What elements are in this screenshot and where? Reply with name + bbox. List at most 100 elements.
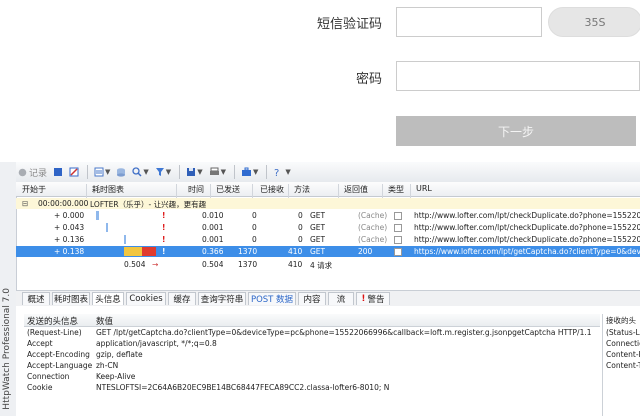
- table-row[interactable]: + 0.043 ! 0.001 0 0 GET (Cache) http://w…: [16, 222, 640, 233]
- headers-table-header: 发送的头信息 数值: [24, 314, 600, 327]
- chevron-down-icon: ▼: [285, 168, 291, 176]
- row-method: GET: [310, 247, 326, 256]
- header-value: Keep-Alive: [96, 372, 136, 381]
- filter-icon: [155, 168, 164, 176]
- collapse-icon[interactable]: ⊟: [22, 199, 28, 208]
- password-input[interactable]: [396, 61, 640, 91]
- tab-warnings-label: 警告: [367, 295, 385, 305]
- table-row[interactable]: + 0.000 ! 0.010 0 0 GET (Cache) http://w…: [16, 210, 640, 221]
- chevron-down-icon: ▼: [143, 168, 149, 176]
- httpwatch-panel: HttpWatch Professional 7.0 记录 ▼ ▼ ▼ ▼ ▼ …: [0, 162, 640, 416]
- send-code-button[interactable]: 35S: [548, 7, 640, 37]
- row-url: http://www.lofter.com/lpt/checkDuplicate…: [414, 211, 640, 220]
- column-header[interactable]: 发送的头信息: [27, 315, 78, 327]
- row-received: 0: [298, 235, 303, 244]
- summary-requests: 4 请求: [310, 261, 333, 270]
- type-icon: [394, 224, 402, 232]
- tab-query-string[interactable]: 查询字符串: [198, 292, 246, 305]
- header-name: Accept-Language: [27, 361, 93, 370]
- tab-stream[interactable]: 流: [328, 292, 354, 305]
- table-row-selected[interactable]: + 0.138 ! 0.366 1370 410 GET 200 https:/…: [16, 246, 640, 257]
- column-header[interactable]: 方法: [294, 184, 310, 195]
- view-menu-button[interactable]: ▼: [92, 164, 112, 180]
- type-icon: [394, 212, 402, 220]
- row-sent: 0: [252, 235, 257, 244]
- row-method: GET: [310, 223, 326, 232]
- warning-icon: !: [361, 294, 366, 304]
- column-header[interactable]: 时间: [188, 184, 204, 195]
- stop-button[interactable]: [51, 164, 65, 180]
- page-group-row[interactable]: ⊟ 00:00:00.000 LOFTER（乐乎）- 让兴趣，更有趣: [16, 198, 640, 209]
- warning-icon: !: [162, 247, 166, 256]
- database-icon: [117, 168, 126, 177]
- headers-pane: 发送的头信息 数值 (Request-Line) GET /lpt/getCap…: [16, 306, 640, 416]
- header-value: NTESLOFTSI=2C64A6B20EC9BE14BC68447FECA89…: [96, 383, 390, 392]
- record-label: 记录: [29, 168, 48, 179]
- row-url: http://www.lofter.com/lpt/checkDuplicate…: [414, 223, 640, 232]
- row-received: 0: [298, 211, 303, 220]
- chevron-down-icon: ▼: [252, 168, 259, 176]
- column-header[interactable]: URL: [416, 184, 432, 193]
- tools-button[interactable]: ▼: [239, 164, 260, 180]
- row-received: 410: [288, 247, 303, 256]
- database-button[interactable]: [114, 164, 128, 180]
- timing-bar-receive: [142, 247, 156, 256]
- chevron-down-icon: ▼: [220, 168, 226, 176]
- row-start: + 0.138: [54, 247, 85, 256]
- column-header[interactable]: 返回值: [344, 184, 368, 195]
- warning-icon: !: [162, 211, 166, 220]
- app-name: HttpWatch Professional 7.0: [2, 288, 12, 410]
- column-header[interactable]: 开始于: [22, 184, 46, 195]
- filter-button[interactable]: ▼: [153, 164, 173, 180]
- type-icon: [394, 236, 402, 244]
- tab-cache[interactable]: 缓存: [168, 292, 196, 305]
- row-start: + 0.136: [54, 235, 85, 244]
- toolbar: 记录 ▼ ▼ ▼ ▼ ▼ ▼ ? ▼: [16, 162, 640, 183]
- tab-warnings[interactable]: ! 警告: [356, 292, 390, 305]
- row-result: (Cache): [358, 223, 388, 232]
- column-header[interactable]: 耗时图表: [92, 184, 124, 195]
- warning-icon: !: [162, 223, 166, 232]
- header-name: Accept-Encoding: [27, 350, 90, 359]
- row-method: GET: [310, 211, 326, 220]
- chevron-down-icon: ▼: [165, 168, 172, 176]
- row-received: 0: [298, 223, 303, 232]
- timing-bar: [96, 211, 99, 220]
- column-header[interactable]: 已发送: [216, 184, 240, 195]
- received-headers-pane: 接收的头 (Status-Lin Connection Content-E Co…: [602, 314, 640, 416]
- table-row[interactable]: + 0.136 ! 0.001 0 0 GET (Cache) http://w…: [16, 234, 640, 245]
- row-result: (Cache): [358, 211, 388, 220]
- save-icon: [187, 168, 196, 176]
- sms-code-input[interactable]: [396, 7, 542, 37]
- tab-time-chart[interactable]: 耗时图表: [52, 292, 90, 305]
- print-button[interactable]: ▼: [207, 164, 228, 180]
- column-header[interactable]: 接收的头: [606, 315, 640, 326]
- tab-post-data[interactable]: POST 数据: [248, 292, 296, 305]
- column-header[interactable]: 已接收: [260, 184, 284, 195]
- column-header[interactable]: 类型: [388, 184, 404, 195]
- find-button[interactable]: ▼: [130, 164, 150, 180]
- row-result: (Cache): [358, 235, 388, 244]
- record-button[interactable]: 记录: [16, 164, 49, 180]
- row-time: 0.001: [202, 223, 224, 232]
- row-url: https://www.lofter.com/lpt/getCaptcha.do…: [414, 247, 640, 256]
- summary-row: 0.504 → 0.504 1370 410 4 请求: [16, 259, 640, 270]
- clear-button[interactable]: [67, 164, 81, 180]
- row-url: http://www.lofter.com/lpt/checkDuplicate…: [414, 235, 640, 244]
- row-method: GET: [310, 235, 326, 244]
- column-header[interactable]: 数值: [96, 315, 113, 327]
- next-step-button[interactable]: 下一步: [396, 116, 636, 146]
- help-button[interactable]: ? ▼: [271, 164, 292, 180]
- tab-overview[interactable]: 概述: [22, 292, 50, 305]
- tab-content[interactable]: 内容: [298, 292, 326, 305]
- save-button[interactable]: ▼: [184, 164, 204, 180]
- row-result: 200: [358, 247, 373, 256]
- row-start: + 0.000: [54, 211, 85, 220]
- help-icon: ?: [274, 168, 279, 177]
- page-start-time: 00:00:00.000: [38, 199, 89, 208]
- row-time: 0.001: [202, 235, 224, 244]
- tab-cookies[interactable]: Cookies: [126, 292, 166, 305]
- request-grid: 开始于 耗时图表 时间 已发送 已接收 方法 返回值 类型 URL ⊟ 00:0…: [16, 182, 640, 282]
- tab-headers[interactable]: 头信息: [92, 292, 124, 305]
- warning-icon: !: [162, 235, 166, 244]
